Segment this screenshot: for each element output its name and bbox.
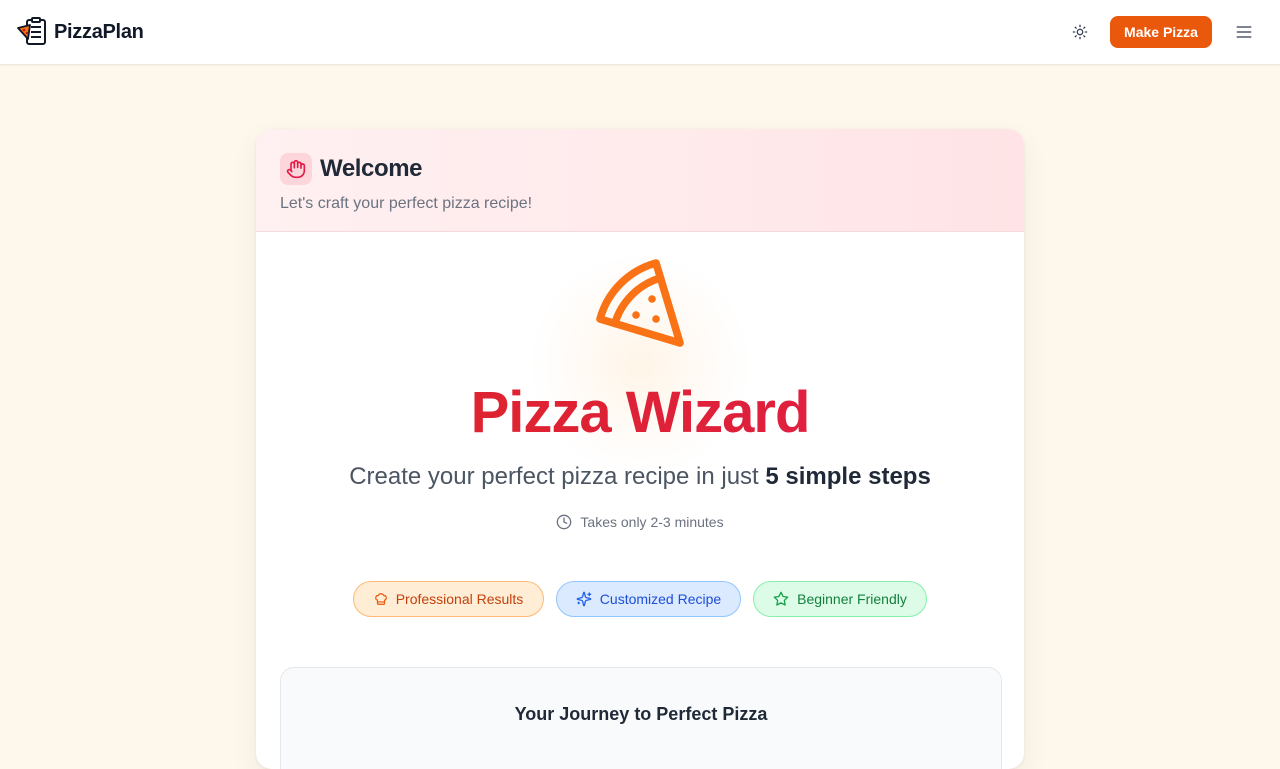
badge-label: Customized Recipe xyxy=(599,591,722,607)
card-header: Welcome Let's craft your perfect pizza r… xyxy=(256,129,1024,232)
sparkles-icon xyxy=(576,591,592,607)
badge-professional-results: Professional Results xyxy=(353,581,544,617)
badge-label: Beginner Friendly xyxy=(797,591,907,607)
badge-customized-recipe: Customized Recipe xyxy=(556,581,741,617)
badge-label: Professional Results xyxy=(395,591,524,607)
make-pizza-button[interactable]: Make Pizza xyxy=(1110,16,1212,48)
theme-toggle-button[interactable] xyxy=(1066,18,1094,46)
journey-panel: Your Journey to Perfect Pizza xyxy=(280,667,1002,769)
wave-icon-box xyxy=(280,153,312,185)
brand-name: PizzaPlan xyxy=(54,20,144,43)
card-subtitle: Let's craft your perfect pizza recipe! xyxy=(280,195,533,212)
pizza-slice-icon xyxy=(596,259,684,347)
tagline: Create your perfect pizza recipe in just… xyxy=(256,462,1024,492)
clock-icon xyxy=(557,514,572,530)
hamburger-menu-icon xyxy=(1236,26,1252,38)
journey-title: Your Journey to Perfect Pizza xyxy=(514,704,768,724)
star-icon xyxy=(773,591,789,606)
wizard-card: Welcome Let's craft your perfect pizza r… xyxy=(256,129,1024,769)
chef-hat-icon xyxy=(374,593,387,605)
pizza-checklist-icon xyxy=(17,17,46,45)
sun-icon xyxy=(1072,24,1088,40)
tagline-text: Create your perfect pizza recipe in just xyxy=(349,463,759,490)
card-title: Welcome xyxy=(320,155,423,182)
top-nav-bar: PizzaPlan Make Pizza xyxy=(0,0,1280,65)
duration-note: Takes only 2-3 minutes xyxy=(256,514,1024,530)
badge-beginner-friendly: Beginner Friendly xyxy=(753,581,927,617)
tagline-emphasis: 5 simple steps xyxy=(765,463,931,490)
wizard-title: Pizza Wizard xyxy=(256,381,1024,445)
wave-hand-icon xyxy=(286,159,306,179)
menu-button[interactable] xyxy=(1230,18,1258,46)
brand-link[interactable]: PizzaPlan xyxy=(16,16,144,48)
duration-text: Takes only 2-3 minutes xyxy=(580,514,724,530)
